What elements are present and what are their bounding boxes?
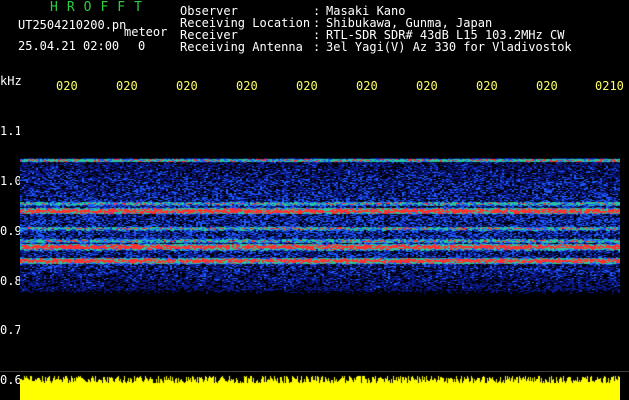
- x-tick-label: 020: [236, 79, 258, 93]
- x-tick-label: 020: [56, 79, 78, 93]
- antenna-value: 3el Yagi(V) Az 330 for Vladivostok: [326, 40, 572, 54]
- meteor-label: meteor: [124, 25, 168, 39]
- y-tick-label: 0.9: [0, 224, 22, 238]
- level-divider: [0, 371, 629, 372]
- x-tick-label: 020: [476, 79, 498, 93]
- antenna-label: Receiving Antenna: [180, 40, 303, 54]
- y-tick-label: 0.6: [0, 373, 22, 387]
- y-tick-label: 0.8: [0, 274, 22, 288]
- x-tick-label: 020: [356, 79, 378, 93]
- x-tick-label: 020: [176, 79, 198, 93]
- y-tick-label: 1.1: [0, 124, 22, 138]
- y-axis-unit: kHz: [0, 74, 22, 88]
- y-tick-label: 1.0: [0, 174, 22, 188]
- x-tick-label: 020: [536, 79, 558, 93]
- spectrogram-plot: [20, 99, 620, 400]
- app-title: HROFFT: [50, 0, 151, 15]
- meteor-count: 0: [138, 39, 146, 53]
- date-time: 25.04.21 02:00: [18, 39, 120, 53]
- file-name: UT2504210200.pn: [18, 18, 127, 32]
- x-tick-label: 0210: [595, 79, 624, 93]
- y-tick-label: 0.7: [0, 323, 22, 337]
- x-tick-label: 020: [416, 79, 438, 93]
- antenna-colon: :: [313, 40, 321, 54]
- x-tick-label: 020: [116, 79, 138, 93]
- x-tick-label: 020: [296, 79, 318, 93]
